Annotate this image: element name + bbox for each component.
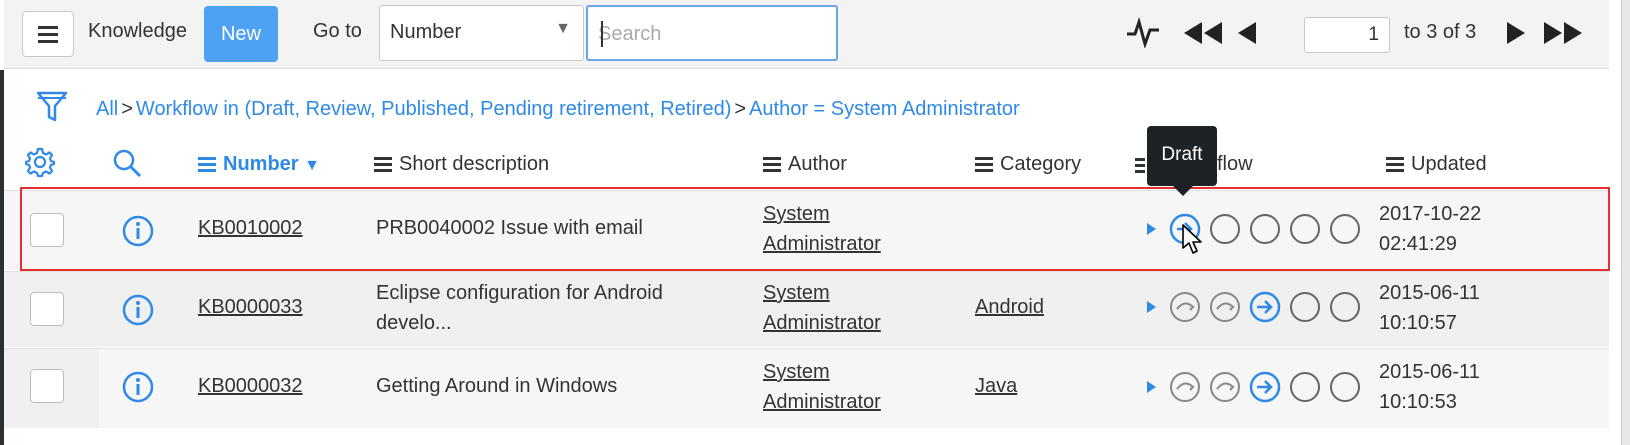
goto-label: Go to bbox=[313, 20, 362, 42]
filter-icon[interactable] bbox=[36, 90, 68, 124]
sort-desc-icon: ▼ bbox=[304, 157, 320, 174]
info-icon[interactable] bbox=[122, 371, 154, 403]
last-page-icon[interactable] bbox=[1544, 22, 1582, 44]
category-link[interactable]: Android bbox=[975, 292, 1044, 322]
column-header-category[interactable]: Category bbox=[975, 153, 1081, 176]
completed-stage-icon[interactable] bbox=[1209, 371, 1241, 403]
current-stage-arrow-icon[interactable] bbox=[1249, 291, 1281, 323]
completed-stage-icon[interactable] bbox=[1209, 291, 1241, 323]
completed-stage-icon[interactable] bbox=[1169, 371, 1201, 403]
stage-tooltip: Draft bbox=[1147, 126, 1217, 196]
breadcrumb-all[interactable]: All bbox=[96, 98, 118, 120]
expand-triangle-icon[interactable] bbox=[1147, 301, 1156, 313]
row-checkbox[interactable] bbox=[30, 292, 64, 326]
column-menu-icon[interactable] bbox=[763, 154, 781, 175]
table-row[interactable]: KB0000033 Eclipse configuration for Andr… bbox=[4, 271, 1609, 347]
column-header-updated[interactable]: Updated bbox=[1386, 153, 1487, 176]
column-header-workflow[interactable]: flow bbox=[1217, 153, 1253, 176]
updated-time: 10:10:53 bbox=[1379, 391, 1457, 413]
list-header: Knowledge New Go to Number ▼ 1 to 3 of 3 bbox=[4, 0, 1609, 69]
goto-select-value: Number bbox=[390, 21, 462, 43]
short-description-continued: develo... bbox=[376, 312, 452, 334]
column-header-short-description[interactable]: Short description bbox=[374, 153, 549, 176]
column-menu-icon[interactable] bbox=[1135, 155, 1145, 176]
category-link[interactable]: Java bbox=[975, 371, 1017, 401]
author-link[interactable]: System bbox=[763, 357, 830, 387]
list-title: Knowledge bbox=[88, 20, 187, 42]
activity-stream-icon[interactable] bbox=[1126, 16, 1160, 48]
pending-stage-icon[interactable] bbox=[1329, 371, 1361, 403]
page-number-input[interactable]: 1 bbox=[1304, 17, 1390, 53]
breadcrumb-workflow-filter[interactable]: Workflow in (Draft, Review, Published, P… bbox=[136, 98, 731, 120]
row-checkbox[interactable] bbox=[30, 369, 64, 403]
previous-page-icon[interactable] bbox=[1238, 22, 1256, 44]
author-link[interactable]: Administrator bbox=[763, 387, 881, 417]
text-cursor bbox=[601, 21, 603, 47]
goto-field-select[interactable]: Number ▼ bbox=[379, 5, 584, 61]
short-description: Getting Around in Windows bbox=[376, 375, 618, 397]
search-input[interactable] bbox=[596, 19, 828, 49]
search-icon[interactable] bbox=[112, 148, 142, 178]
author-link[interactable]: Administrator bbox=[763, 308, 881, 338]
column-menu-icon[interactable] bbox=[1386, 154, 1404, 175]
column-header-number[interactable]: Number ▼ bbox=[198, 153, 320, 176]
breadcrumb-author-filter[interactable]: Author = System Administrator bbox=[749, 98, 1020, 120]
completed-stage-icon[interactable] bbox=[1169, 291, 1201, 323]
short-description: Eclipse configuration for Android bbox=[376, 282, 663, 304]
record-number-link[interactable]: KB0000032 bbox=[198, 371, 303, 401]
pending-stage-icon[interactable] bbox=[1289, 291, 1321, 323]
next-page-icon[interactable] bbox=[1507, 22, 1525, 44]
highlight-outline bbox=[20, 187, 1610, 271]
page-number-value: 1 bbox=[1368, 24, 1379, 45]
search-box[interactable] bbox=[586, 5, 838, 61]
column-menu-icon[interactable] bbox=[975, 154, 993, 175]
column-header-author[interactable]: Author bbox=[763, 153, 847, 176]
context-menu-button[interactable] bbox=[22, 11, 74, 57]
first-page-icon[interactable] bbox=[1184, 22, 1222, 44]
record-number-link[interactable]: KB0000033 bbox=[198, 292, 303, 322]
dropdown-caret-icon: ▼ bbox=[555, 20, 571, 37]
column-menu-icon[interactable] bbox=[198, 154, 216, 175]
pending-stage-icon[interactable] bbox=[1329, 291, 1361, 323]
pending-stage-icon[interactable] bbox=[1289, 371, 1321, 403]
expand-triangle-icon[interactable] bbox=[1147, 381, 1156, 393]
author-link[interactable]: System bbox=[763, 278, 830, 308]
mouse-pointer-icon bbox=[1182, 224, 1202, 254]
new-button[interactable]: New bbox=[204, 6, 278, 62]
page-count-text: to 3 of 3 bbox=[1404, 21, 1477, 43]
hamburger-icon bbox=[38, 26, 58, 29]
breadcrumb: All > Workflow in (Draft, Review, Publishe… bbox=[96, 98, 1020, 120]
updated-date: 2015-06-11 bbox=[1379, 282, 1480, 304]
gear-icon[interactable] bbox=[25, 147, 55, 177]
updated-time: 10:10:57 bbox=[1379, 312, 1457, 334]
current-stage-arrow-icon[interactable] bbox=[1249, 371, 1281, 403]
info-icon[interactable] bbox=[122, 294, 154, 326]
updated-date: 2015-06-11 bbox=[1379, 361, 1480, 383]
column-menu-icon[interactable] bbox=[374, 154, 392, 175]
vertical-scrollbar[interactable] bbox=[1621, 0, 1630, 445]
table-row[interactable]: KB0000032 Getting Around in Windows Syst… bbox=[4, 348, 1609, 428]
